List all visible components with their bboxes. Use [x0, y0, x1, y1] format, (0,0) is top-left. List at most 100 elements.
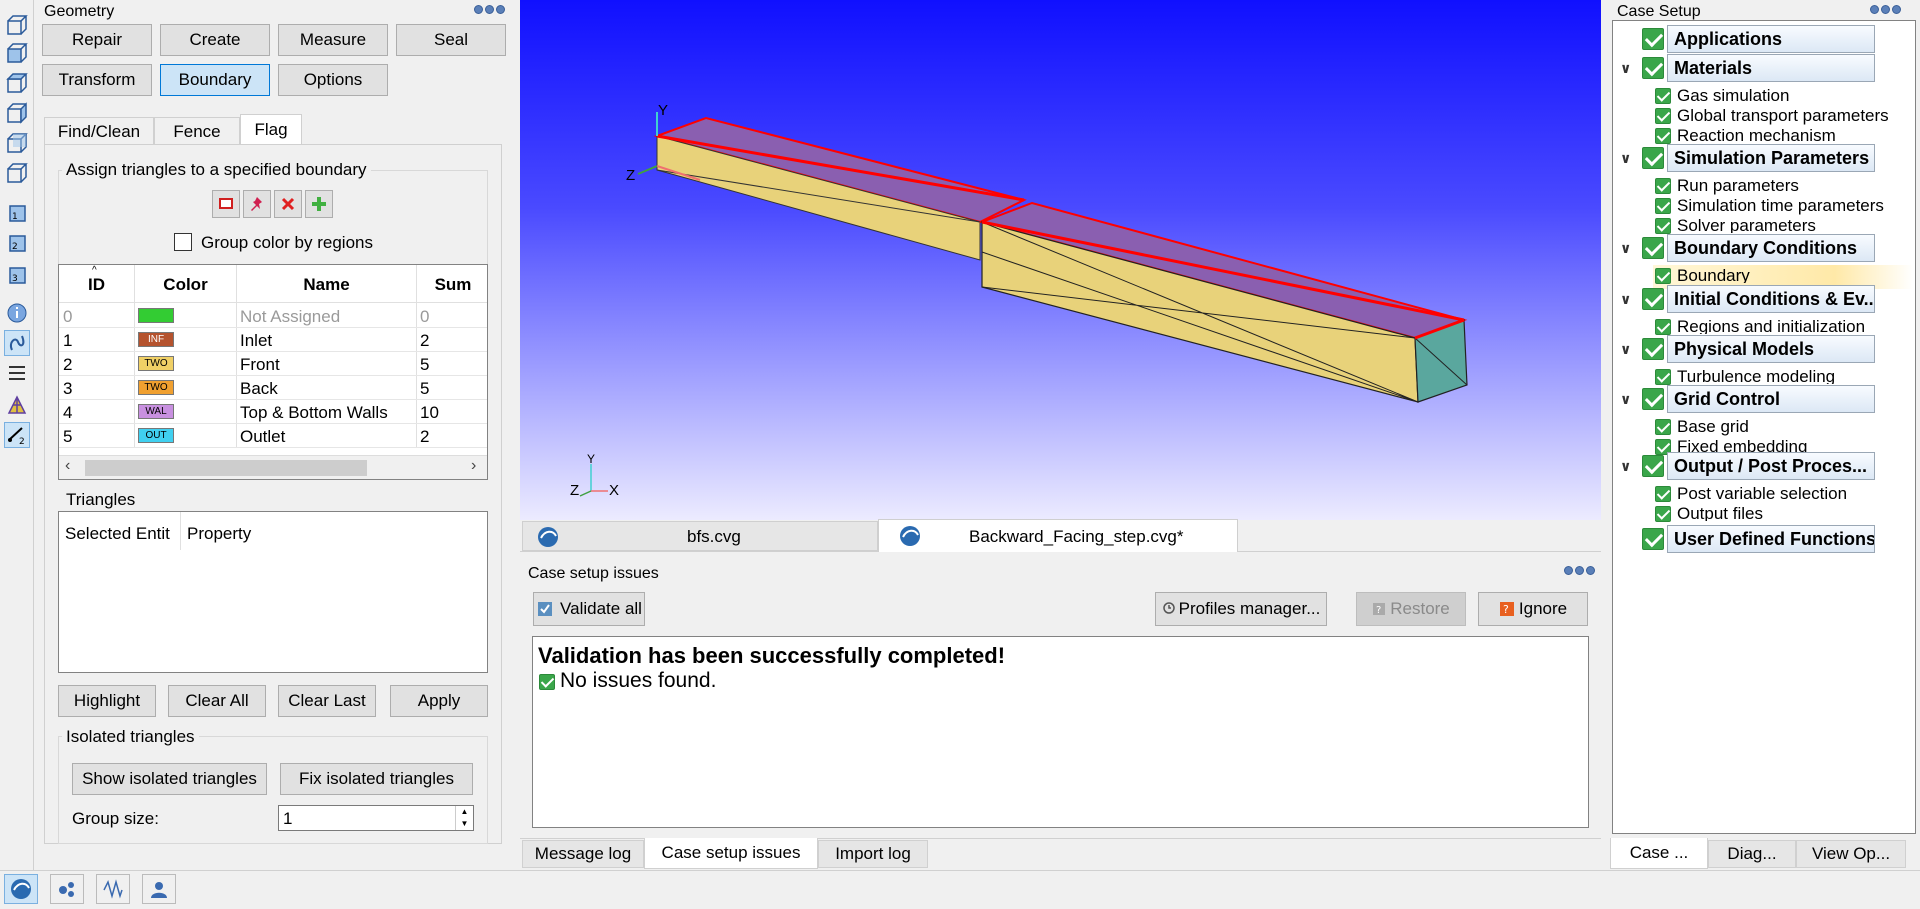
tab-view-options[interactable]: View Op...: [1796, 840, 1906, 868]
section-5[interactable]: Physical Models: [1667, 335, 1875, 363]
user-icon[interactable]: [142, 874, 176, 904]
tree-item[interactable]: Solver parameters: [1677, 216, 1913, 233]
tab-fence[interactable]: Fence: [154, 117, 240, 145]
horizontal-scrollbar[interactable]: ‹ ›: [59, 455, 487, 479]
tab-case-setup-issues[interactable]: Case setup issues: [644, 838, 818, 869]
molecule-icon[interactable]: [50, 874, 84, 904]
delete-icon[interactable]: [274, 190, 302, 218]
expand-chevron-icon[interactable]: ∨: [1620, 240, 1631, 257]
row-color-swatch[interactable]: WAL: [138, 404, 174, 419]
tab-import-log[interactable]: Import log: [818, 840, 928, 868]
tri-header-property[interactable]: Property: [187, 524, 251, 544]
section-6[interactable]: Grid Control: [1667, 385, 1875, 413]
expand-chevron-icon[interactable]: ∨: [1620, 391, 1631, 408]
spin-up-icon[interactable]: ▲: [455, 806, 473, 818]
cube-view-icon[interactable]: [4, 12, 30, 38]
validate-all-button[interactable]: Validate all: [533, 592, 645, 626]
section-1[interactable]: Materials: [1667, 54, 1875, 82]
restore-button[interactable]: ? Restore: [1356, 592, 1466, 626]
item-check-icon[interactable]: [1655, 419, 1671, 435]
tree-item[interactable]: Global transport parameters: [1677, 106, 1913, 126]
section-0[interactable]: Applications: [1667, 25, 1875, 53]
case-setup-dock-buttons[interactable]: [1870, 5, 1901, 14]
boundary-button[interactable]: Boundary: [160, 64, 270, 96]
show-isolated-button[interactable]: Show isolated triangles: [72, 763, 267, 795]
item-check-icon[interactable]: [1655, 218, 1671, 234]
expand-chevron-icon[interactable]: ∨: [1620, 150, 1631, 167]
measure-button[interactable]: Measure: [278, 24, 388, 56]
tree-item[interactable]: Simulation time parameters: [1677, 196, 1913, 216]
create-button[interactable]: Create: [160, 24, 270, 56]
cube-side-icon[interactable]: [4, 100, 30, 126]
screen-select-icon[interactable]: [212, 190, 240, 218]
item-check-icon[interactable]: [1655, 198, 1671, 214]
expand-chevron-icon[interactable]: ∨: [1620, 291, 1631, 308]
header-id[interactable]: ID: [59, 275, 134, 295]
add-icon[interactable]: [305, 190, 333, 218]
clear-all-button[interactable]: Clear All: [168, 685, 266, 717]
waveform-icon[interactable]: [96, 874, 130, 904]
item-check-icon[interactable]: [1655, 128, 1671, 144]
cube-back-icon[interactable]: [4, 130, 30, 156]
seal-button[interactable]: Seal: [396, 24, 506, 56]
item-check-icon[interactable]: [1655, 88, 1671, 104]
item-check-icon[interactable]: [1655, 108, 1671, 124]
cube-top-icon[interactable]: [4, 70, 30, 96]
header-color[interactable]: Color: [135, 275, 236, 295]
options-button[interactable]: Options: [278, 64, 388, 96]
cube-bottom-icon[interactable]: [4, 160, 30, 186]
expand-chevron-icon[interactable]: ∨: [1620, 341, 1631, 358]
tree-item[interactable]: Post variable selection: [1677, 484, 1913, 504]
clear-last-button[interactable]: Clear Last: [278, 685, 376, 717]
mesh-icon[interactable]: [4, 392, 30, 418]
tree-item[interactable]: Turbulence modeling: [1677, 367, 1913, 384]
row-color-swatch[interactable]: INF: [138, 332, 174, 347]
item-check-icon[interactable]: [1655, 486, 1671, 502]
fix-isolated-button[interactable]: Fix isolated triangles: [280, 763, 473, 795]
highlight-button[interactable]: Highlight: [58, 685, 156, 717]
header-name[interactable]: Name: [237, 275, 416, 295]
item-check-icon[interactable]: [1655, 178, 1671, 194]
tree-item[interactable]: Output files: [1677, 504, 1913, 521]
spin-down-icon[interactable]: ▼: [455, 818, 473, 830]
profiles-manager-button[interactable]: Profiles manager...: [1155, 592, 1327, 626]
tab-message-log[interactable]: Message log: [522, 840, 644, 868]
section-check-icon[interactable]: [1642, 57, 1664, 79]
converge-home-icon[interactable]: [4, 874, 38, 904]
tab-backward-facing-step[interactable]: Backward_Facing_step.cvg*: [878, 519, 1238, 552]
probe-icon[interactable]: [4, 330, 30, 356]
issues-dock-buttons[interactable]: [1564, 566, 1595, 575]
ignore-button[interactable]: ? Ignore: [1478, 592, 1588, 626]
item-check-icon[interactable]: [1655, 319, 1671, 335]
tab-diag[interactable]: Diag...: [1708, 840, 1796, 868]
header-sum[interactable]: Sum: [417, 275, 487, 295]
apply-button[interactable]: Apply: [390, 685, 488, 717]
section-check-icon[interactable]: [1642, 388, 1664, 410]
cube-front-icon[interactable]: [4, 40, 30, 66]
tree-item[interactable]: Gas simulation: [1677, 86, 1913, 106]
tree-item[interactable]: Base grid: [1677, 417, 1913, 437]
item-check-icon[interactable]: [1655, 268, 1671, 284]
tree-item[interactable]: Run parameters: [1677, 176, 1913, 196]
list-icon[interactable]: [4, 360, 30, 386]
section-check-icon[interactable]: [1642, 237, 1664, 259]
section-check-icon[interactable]: [1642, 288, 1664, 310]
scroll-thumb[interactable]: [85, 460, 367, 476]
section-2[interactable]: Simulation Parameters: [1667, 144, 1875, 172]
section-check-icon[interactable]: [1642, 338, 1664, 360]
geometry-dock-buttons[interactable]: [474, 5, 505, 14]
view-3-icon[interactable]: 3: [4, 262, 30, 288]
section-4[interactable]: Initial Conditions & Ev...: [1667, 285, 1875, 313]
section-check-icon[interactable]: [1642, 528, 1664, 550]
pin-icon[interactable]: [243, 190, 271, 218]
tree-item[interactable]: Regions and initialization: [1677, 317, 1913, 334]
tree-item[interactable]: Reaction mechanism: [1677, 126, 1913, 143]
expand-chevron-icon[interactable]: ∨: [1620, 60, 1631, 77]
tab-bfs[interactable]: bfs.cvg: [522, 521, 878, 551]
info-icon[interactable]: [4, 300, 30, 326]
tree-item[interactable]: Boundary: [1677, 266, 1913, 283]
group-size-input[interactable]: 1 ▲ ▼: [278, 805, 474, 831]
row-color-swatch[interactable]: [138, 308, 174, 323]
tab-flag[interactable]: Flag: [240, 114, 302, 145]
expand-chevron-icon[interactable]: ∨: [1620, 458, 1631, 475]
